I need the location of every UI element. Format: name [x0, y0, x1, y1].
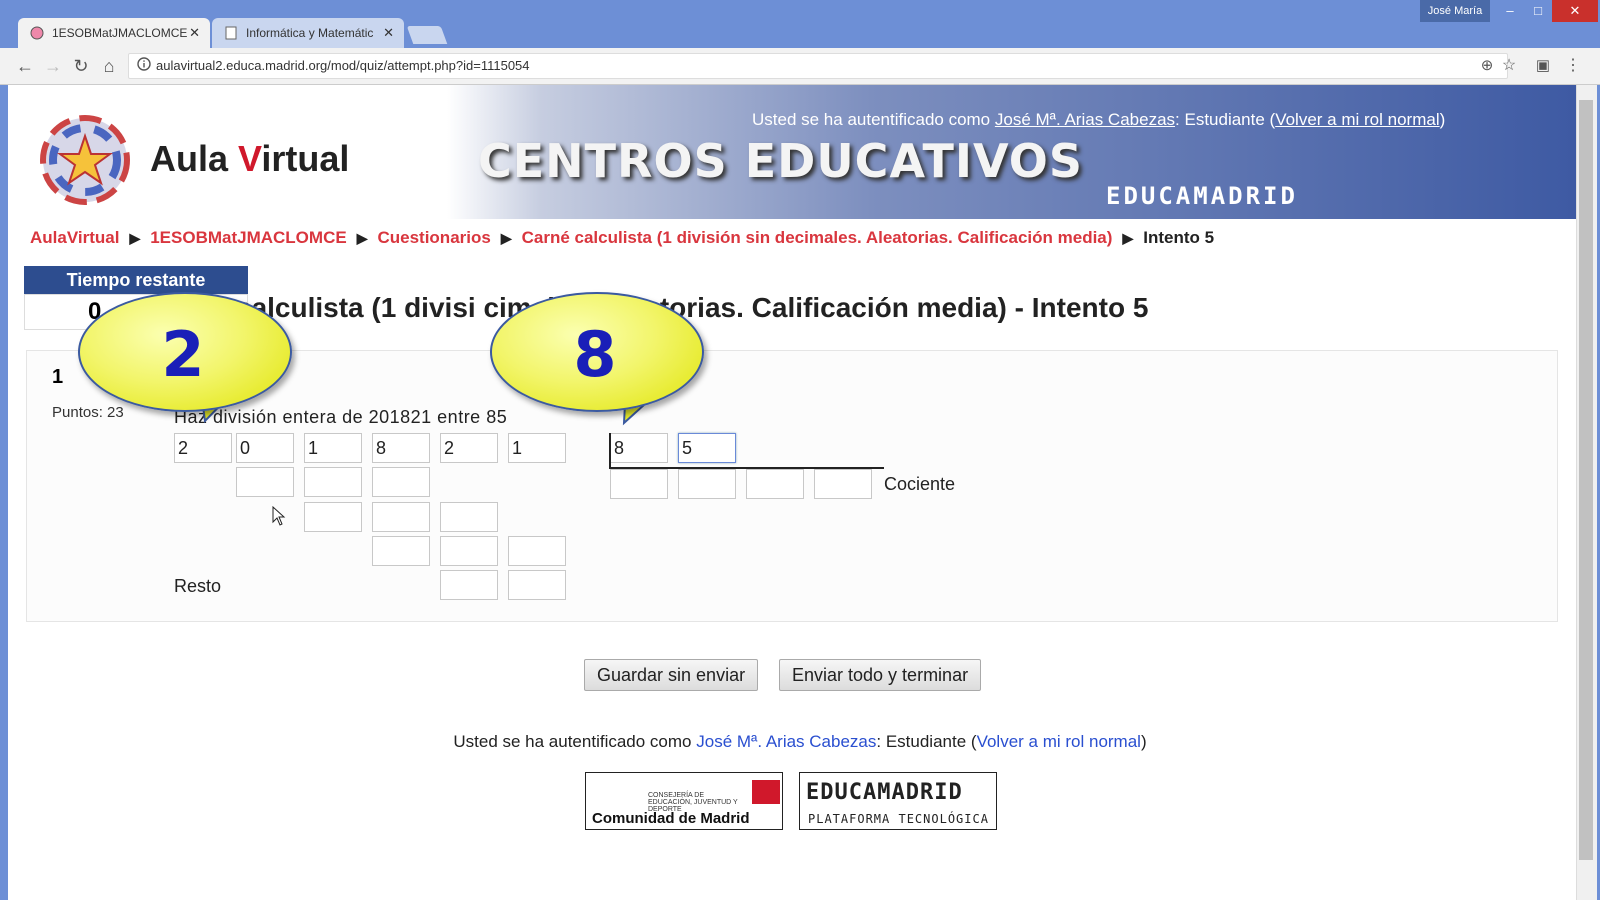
- remainder-cell[interactable]: [508, 570, 566, 600]
- callout-number-left: 2: [161, 318, 205, 391]
- page-favicon-icon: [225, 26, 237, 40]
- mouse-cursor-icon: [272, 506, 286, 526]
- info-icon[interactable]: [136, 56, 152, 72]
- reload-icon[interactable]: ↻: [68, 53, 94, 79]
- work-cell[interactable]: [236, 467, 294, 497]
- quotient-cell[interactable]: [610, 469, 668, 499]
- work-cell[interactable]: [372, 536, 430, 566]
- login-close: ): [1439, 110, 1446, 129]
- aula-virtual-logo-icon: [40, 115, 130, 205]
- banner-title-v: V: [238, 138, 262, 179]
- save-button[interactable]: Guardar sin enviar: [584, 659, 759, 691]
- dividend-cell[interactable]: [236, 433, 294, 463]
- login-user-link[interactable]: José Mª. Arias Cabezas: [995, 110, 1175, 129]
- breadcrumb-home[interactable]: AulaVirtual: [30, 228, 119, 247]
- tab-close-icon[interactable]: ✕: [189, 25, 200, 41]
- site-favicon-icon: [30, 26, 44, 40]
- breadcrumb-separator-icon: ▶: [129, 230, 141, 246]
- forward-icon[interactable]: →: [40, 53, 66, 79]
- banner-title: Aula Virtual: [150, 138, 349, 180]
- footer-login-prefix: Usted se ha autentificado como: [453, 732, 697, 751]
- tab-active[interactable]: 1ESOBMatJMACLOMCE ✕: [18, 18, 210, 48]
- madrid-flag-icon: [752, 780, 780, 804]
- logo-edu-text: EDUCAMADRID: [806, 780, 963, 805]
- work-cell[interactable]: [508, 536, 566, 566]
- login-role: : Estudiante (: [1175, 110, 1276, 129]
- breadcrumb-separator-icon: ▶: [356, 230, 368, 246]
- tab-close-icon[interactable]: ✕: [383, 25, 394, 41]
- tab-inactive[interactable]: Informática y Matemátic ✕: [212, 18, 404, 48]
- new-tab-button[interactable]: [406, 26, 448, 44]
- breadcrumb-current: Intento 5: [1143, 228, 1215, 247]
- breadcrumb-separator-icon: ▶: [1122, 230, 1134, 246]
- banner-centros: CENTROS EDUCATIVOS: [478, 134, 1083, 188]
- dividend-cell[interactable]: [304, 433, 362, 463]
- work-cell[interactable]: [372, 467, 430, 497]
- breadcrumb: AulaVirtual ▶ 1ESOBMatJMACLOMCE ▶ Cuestionar…: [30, 228, 1214, 248]
- question-number: 1: [52, 366, 64, 388]
- quotient-label: Cociente: [884, 474, 956, 494]
- division-bracket-vertical: [609, 433, 611, 469]
- footer-login-close: ): [1140, 732, 1147, 751]
- tab-label: Informática y Matemátic: [246, 26, 374, 40]
- footer-return-role-link[interactable]: Volver a mi rol normal: [977, 732, 1141, 751]
- tab-label: 1ESOBMatJMACLOMCE: [52, 26, 188, 40]
- footer-login-role: : Estudiante (: [876, 732, 977, 751]
- work-cell[interactable]: [440, 502, 498, 532]
- footer-user-link[interactable]: José Mª. Arias Cabezas: [696, 732, 876, 751]
- dividend-cell[interactable]: [174, 433, 232, 463]
- menu-icon[interactable]: ⋮: [1560, 53, 1586, 79]
- bookmark-star-icon[interactable]: ☆: [1496, 53, 1522, 79]
- dividend-cell[interactable]: [372, 433, 430, 463]
- work-cell[interactable]: [304, 502, 362, 532]
- banner-login-info: Usted se ha autentificado como José Mª. …: [752, 110, 1445, 130]
- minimize-icon[interactable]: –: [1496, 0, 1524, 22]
- window-close-icon[interactable]: ✕: [1552, 0, 1598, 22]
- banner-title-prefix: Aula: [150, 138, 239, 179]
- profile-badge[interactable]: José María: [1420, 0, 1490, 22]
- logo-edu-subtitle: PLATAFORMA TECNOLÓGICA: [808, 812, 989, 826]
- work-cell[interactable]: [304, 467, 362, 497]
- divisor-cell[interactable]: [610, 433, 668, 463]
- footer-login-info: Usted se ha autentificado como José Mª. …: [0, 732, 1600, 752]
- question-points: Puntos: 23: [52, 404, 124, 421]
- work-cell[interactable]: [372, 502, 430, 532]
- quotient-cell[interactable]: [814, 469, 872, 499]
- dividend-cell[interactable]: [440, 433, 498, 463]
- quotient-cell[interactable]: [678, 469, 736, 499]
- divisor-cell[interactable]: [678, 433, 736, 463]
- remainder-cell[interactable]: [440, 570, 498, 600]
- maximize-icon[interactable]: □: [1524, 0, 1552, 22]
- banner-title-suffix: irtual: [261, 138, 350, 179]
- login-prefix: Usted se ha autentificado como: [752, 110, 995, 129]
- home-icon[interactable]: ⌂: [96, 53, 122, 79]
- url-text[interactable]: aulavirtual2.educa.madrid.org/mod/quiz/a…: [156, 58, 530, 73]
- breadcrumb-course[interactable]: 1ESOBMatJMACLOMCE: [150, 228, 346, 247]
- work-cell[interactable]: [440, 536, 498, 566]
- logo-madrid-text: Comunidad de Madrid: [592, 810, 750, 827]
- dividend-cell[interactable]: [508, 433, 566, 463]
- submit-button[interactable]: Enviar todo y terminar: [779, 659, 982, 691]
- breadcrumb-quiz[interactable]: Carné calculista (1 división sin decimal…: [522, 228, 1113, 247]
- breadcrumb-separator-icon: ▶: [500, 230, 512, 246]
- breadcrumb-quizzes[interactable]: Cuestionarios: [377, 228, 490, 247]
- quotient-cell[interactable]: [746, 469, 804, 499]
- extension-icon[interactable]: ▣: [1530, 53, 1556, 79]
- back-icon[interactable]: ←: [12, 53, 38, 79]
- remainder-label: Resto: [174, 576, 222, 596]
- return-role-link[interactable]: Volver a mi rol normal: [1275, 110, 1439, 129]
- timer-header: Tiempo restante: [24, 266, 248, 294]
- banner-educamadrid: EDUCAMADRID: [1106, 182, 1298, 210]
- callout-number-right: 8: [573, 318, 617, 391]
